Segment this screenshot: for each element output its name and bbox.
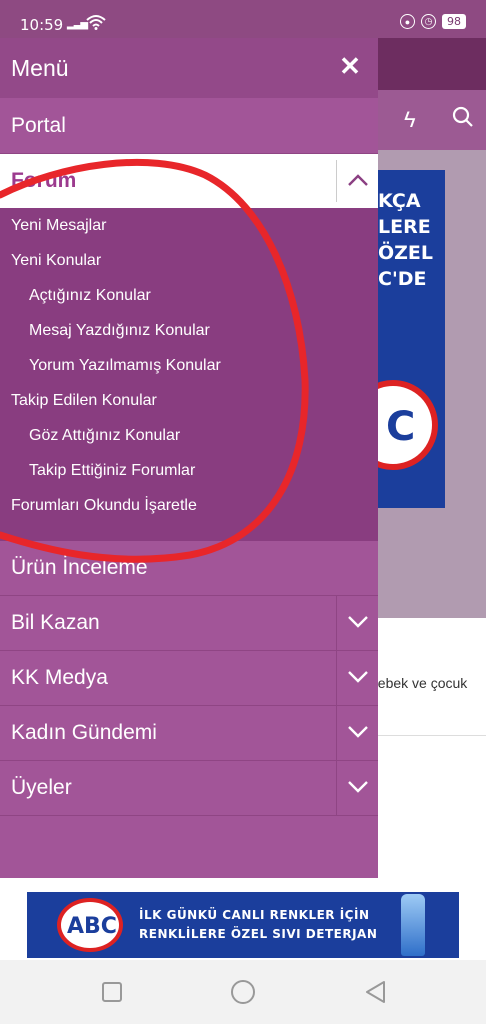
submenu-item[interactable]: Mesaj Yazdığınız Konular <box>29 322 210 340</box>
lock-icon: ● <box>400 14 415 29</box>
bottom-ad-text: İLK GÜNKÜ CANLI RENKLER İÇİN RENKLİLERE … <box>139 906 377 944</box>
chevron-down-icon[interactable] <box>336 651 378 706</box>
drawer-title: Menü <box>11 55 69 81</box>
drawer-header: Menü ✕ <box>0 38 378 98</box>
signal-icon: ▂▃▅ <box>67 19 88 30</box>
forum-submenu: Yeni Mesajlar Yeni Konular Açtığınız Kon… <box>0 208 378 541</box>
menu-item-bil-kazan[interactable]: Bil Kazan <box>0 596 378 651</box>
submenu-item[interactable]: Takip Edilen Konular <box>11 392 157 410</box>
menu-item-label: Ürün İnceleme <box>11 556 148 579</box>
chevron-down-icon[interactable] <box>336 706 378 761</box>
side-ad-banner[interactable]: KÇA LERE ÖZEL C'DE C <box>378 170 445 508</box>
close-icon[interactable]: ✕ <box>336 52 364 80</box>
back-icon[interactable] <box>362 978 390 1006</box>
menu-item-forum[interactable]: Forum <box>0 154 378 208</box>
menu-item-uyeler[interactable]: Üyeler <box>0 761 378 816</box>
bottom-ad-line1: İLK GÜNKÜ CANLI RENKLER İÇİN <box>139 908 370 922</box>
menu-item-label: Bil Kazan <box>11 611 100 634</box>
menu-item-label: Portal <box>11 114 66 137</box>
menu-item-urun-inceleme[interactable]: Ürün İnceleme <box>0 541 378 596</box>
submenu-item[interactable]: Yeni Konular <box>11 252 101 270</box>
search-icon[interactable] <box>452 106 474 128</box>
status-bar: 10:59 ▂▃▅ ● ◷ 98 <box>0 0 486 38</box>
menu-item-label: Kadın Gündemi <box>11 721 157 744</box>
home-icon[interactable] <box>229 978 257 1006</box>
battery-indicator: 98 <box>442 14 466 29</box>
submenu-item[interactable]: Göz Attığınız Konular <box>29 427 180 445</box>
chevron-down-icon[interactable] <box>336 596 378 651</box>
chevron-down-icon[interactable] <box>336 761 378 816</box>
menu-item-label: Forum <box>11 169 77 192</box>
submenu-item[interactable]: Yorum Yazılmamış Konular <box>29 357 221 375</box>
chevron-up-icon[interactable] <box>336 160 378 202</box>
side-ad-text: KÇA LERE ÖZEL C'DE <box>378 190 434 290</box>
detergent-bottle-icon <box>401 894 425 956</box>
submenu-item[interactable]: Yeni Mesajlar <box>11 217 106 235</box>
side-ad-logo: C <box>378 380 438 470</box>
submenu-item[interactable]: Açtığınız Konular <box>29 287 151 305</box>
side-drawer: Menü ✕ Portal Forum Yeni Mesajlar Yeni K… <box>0 38 378 878</box>
submenu-item[interactable]: Forumları Okundu İşaretle <box>11 497 197 515</box>
menu-item-kk-medya[interactable]: KK Medya <box>0 651 378 706</box>
status-time: 10:59 <box>20 16 64 34</box>
submenu-item[interactable]: Takip Ettiğiniz Forumlar <box>29 462 195 480</box>
recents-icon[interactable] <box>98 978 126 1006</box>
system-nav-bar <box>0 960 486 1024</box>
bottom-ad-line2: RENKLİLERE ÖZEL SIVI DETERJAN <box>139 927 378 941</box>
page-header <box>378 38 486 90</box>
menu-item-kadin-gundemi[interactable]: Kadın Gündemi <box>0 706 378 761</box>
menu-item-portal[interactable]: Portal <box>0 99 378 154</box>
content-area <box>378 736 486 878</box>
bottom-ad-banner[interactable]: ABC İLK GÜNKÜ CANLI RENKLER İÇİN RENKLİL… <box>27 892 459 958</box>
wifi-icon <box>86 15 106 30</box>
bolt-icon[interactable]: ϟ <box>404 107 416 133</box>
menu-item-label: KK Medya <box>11 666 108 689</box>
alarm-icon: ◷ <box>421 14 436 29</box>
menu-item-label: Üyeler <box>11 776 72 799</box>
content-card-text: bebek ve çocuk <box>370 675 468 691</box>
abc-logo: ABC <box>57 898 123 952</box>
